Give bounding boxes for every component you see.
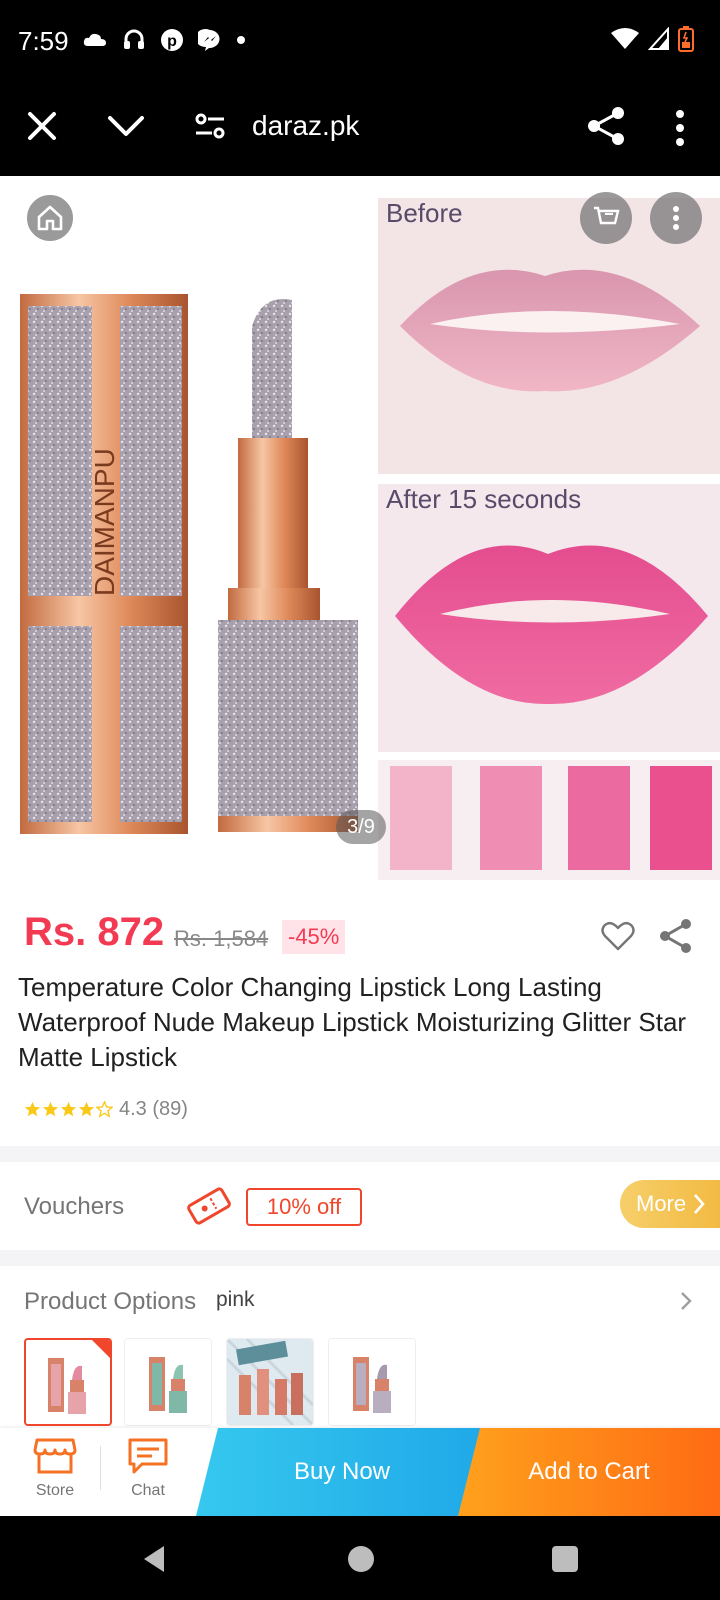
wifi-icon — [611, 28, 639, 49]
vouchers-more-button[interactable]: More — [620, 1180, 720, 1228]
system-icons — [610, 26, 694, 52]
share-icon[interactable] — [656, 916, 696, 956]
after-label: After 15 seconds — [386, 484, 582, 514]
messenger-icon — [198, 29, 220, 51]
selected-indicator — [92, 1340, 110, 1358]
headset-icon — [124, 29, 144, 49]
voucher-icon — [187, 1187, 231, 1225]
chevron-right-icon — [694, 1194, 705, 1214]
product-image-gallery[interactable]: DAIMANPU Before After 15 seconds 3/9 — [0, 176, 720, 896]
close-icon[interactable] — [22, 106, 62, 146]
chevron-right-icon[interactable] — [678, 1290, 694, 1312]
option-thumb-purple[interactable] — [328, 1338, 416, 1426]
chevron-down-icon[interactable] — [104, 106, 148, 146]
vouchers-more-label: More — [636, 1191, 687, 1216]
option-image — [149, 1357, 187, 1413]
buy-now-button[interactable]: Buy Now — [196, 1428, 488, 1516]
signal-icon — [648, 27, 669, 50]
url-text[interactable]: daraz.pk — [252, 110, 359, 142]
cart-icon — [594, 206, 620, 225]
star-icon — [42, 1101, 59, 1117]
before-label: Before — [386, 198, 463, 228]
option-image — [353, 1357, 391, 1413]
image-counter: 3/9 — [336, 810, 386, 844]
store-label: Store — [35, 1482, 75, 1499]
discount-badge: -45% — [282, 920, 346, 954]
section-divider — [0, 1146, 720, 1162]
section-divider — [0, 1250, 720, 1266]
home-button[interactable] — [24, 192, 76, 244]
brand-text: DAIMANPU — [89, 448, 120, 596]
star-icon — [24, 1101, 41, 1117]
separator — [100, 1446, 101, 1490]
chat-icon — [128, 1438, 168, 1474]
more-vert-icon[interactable] — [664, 106, 696, 150]
notification-icons: p — [82, 28, 246, 52]
bottom-action-bar: Store Chat Buy Now Add to Cart — [0, 1428, 720, 1516]
rating-row[interactable]: 4.3 (89) — [24, 1098, 188, 1121]
option-thumb-green[interactable] — [124, 1338, 212, 1426]
battery-icon — [678, 26, 694, 52]
star-outline-icon — [96, 1101, 113, 1118]
store-button[interactable]: Store — [20, 1436, 90, 1512]
heart-icon[interactable] — [600, 918, 636, 954]
recents-icon[interactable] — [552, 1546, 578, 1572]
chat-button[interactable]: Chat — [113, 1436, 183, 1512]
cart-button[interactable] — [580, 192, 632, 244]
system-navigation-bar — [0, 1516, 720, 1600]
price: Rs. 872 — [24, 910, 165, 954]
back-icon[interactable] — [140, 1544, 168, 1574]
options-label[interactable]: Product Options — [24, 1288, 196, 1316]
add-to-cart-button[interactable]: Add to Cart — [458, 1428, 720, 1516]
original-price: Rs. 1,584 — [174, 926, 269, 951]
option-thumb-set[interactable] — [226, 1338, 314, 1426]
home-nav-icon[interactable] — [348, 1546, 374, 1572]
cloud-icon — [83, 33, 106, 46]
share-icon[interactable] — [584, 104, 628, 148]
star-icon — [60, 1101, 77, 1117]
home-icon — [37, 205, 63, 231]
vouchers-label: Vouchers — [24, 1193, 125, 1220]
star-icon — [78, 1101, 95, 1117]
chat-label: Chat — [131, 1482, 165, 1499]
store-icon — [33, 1438, 77, 1474]
more-vert-icon — [673, 206, 679, 230]
product-title: Temperature Color Changing Lipstick Long… — [18, 972, 687, 1072]
options-selected-value[interactable]: pink — [216, 1288, 255, 1312]
rating-text: 4.3 (89) — [119, 1098, 188, 1120]
rating-stars — [24, 1101, 113, 1118]
status-time: 7:59 — [18, 26, 69, 56]
voucher-chip[interactable]: 10% off — [246, 1188, 362, 1226]
option-image — [227, 1339, 313, 1425]
browser-toolbar: daraz.pk — [0, 84, 720, 176]
site-settings-icon[interactable] — [192, 108, 228, 144]
svg-text:p: p — [167, 33, 177, 50]
pinterest-icon: p — [161, 29, 183, 51]
gallery-more-button[interactable] — [650, 192, 702, 244]
status-bar: 7:59 p — [0, 0, 720, 84]
product-image: DAIMANPU — [20, 198, 720, 880]
option-thumb-pink[interactable] — [24, 1338, 112, 1426]
dot-icon — [237, 36, 245, 44]
